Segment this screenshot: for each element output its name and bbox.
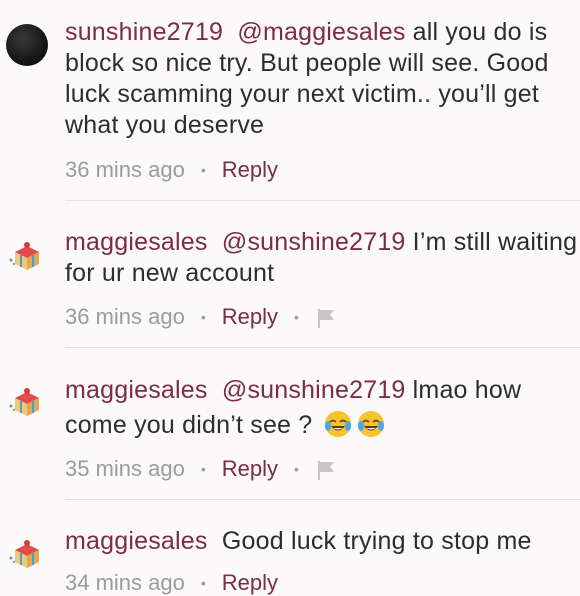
comment-mention[interactable]: @maggiesales <box>237 18 405 46</box>
reply-button[interactable]: Reply <box>222 570 278 596</box>
tears-of-joy-emoji-icon <box>323 409 353 439</box>
flag-icon[interactable] <box>315 459 335 480</box>
reply-button[interactable]: Reply <box>222 456 278 482</box>
separator-dot: • <box>200 309 206 325</box>
gift-box-avatar[interactable] <box>6 380 48 422</box>
gift-box-avatar[interactable] <box>6 532 48 574</box>
divider <box>65 499 580 500</box>
separator-dot: • <box>200 461 206 477</box>
comment-text: Good luck trying to stop me <box>221 527 532 555</box>
comment-username[interactable]: maggiesales <box>65 228 208 256</box>
comment-username[interactable]: maggiesales <box>65 527 208 555</box>
comment-meta: 35 mins ago • Reply • <box>65 456 335 482</box>
comment-body: sunshine2719 @maggiesales all you do is … <box>65 17 580 141</box>
reply-button[interactable]: Reply <box>222 304 278 330</box>
comment-time: 34 mins ago <box>65 570 185 595</box>
separator-dot: • <box>294 309 299 325</box>
comment-username[interactable]: maggiesales <box>65 376 208 404</box>
gift-box-icon <box>9 540 39 568</box>
separator-dot: • <box>294 461 299 477</box>
gift-box-icon <box>9 388 39 416</box>
separator-dot: • <box>200 575 206 591</box>
flag-icon[interactable] <box>315 307 335 328</box>
comment-time: 36 mins ago <box>65 157 185 182</box>
comment-meta: 36 mins ago • Reply • <box>65 304 335 330</box>
comment-time: 36 mins ago <box>65 304 185 329</box>
comment-meta: 34 mins ago • Reply <box>65 570 278 596</box>
avatar[interactable] <box>6 24 48 66</box>
gift-box-avatar[interactable] <box>6 234 48 276</box>
comment-mention[interactable]: @sunshine2719 <box>222 376 406 404</box>
comment-time: 35 mins ago <box>65 456 185 481</box>
reply-button[interactable]: Reply <box>222 157 278 183</box>
comment-body: maggiesales @sunshine2719 lmao how come … <box>65 373 580 443</box>
comment-body: maggiesales @sunshine2719 I’m still wait… <box>65 227 580 289</box>
divider <box>65 200 580 201</box>
separator-dot: • <box>200 162 206 178</box>
tears-of-joy-emoji-icon <box>356 409 386 439</box>
gift-box-icon <box>9 242 39 270</box>
divider <box>65 347 580 348</box>
comment-body: maggiesales Good luck trying to stop me <box>65 526 580 557</box>
comment-username[interactable]: sunshine2719 <box>65 18 223 46</box>
comment-mention[interactable]: @sunshine2719 <box>222 228 406 256</box>
comment-meta: 36 mins ago • Reply <box>65 157 278 183</box>
